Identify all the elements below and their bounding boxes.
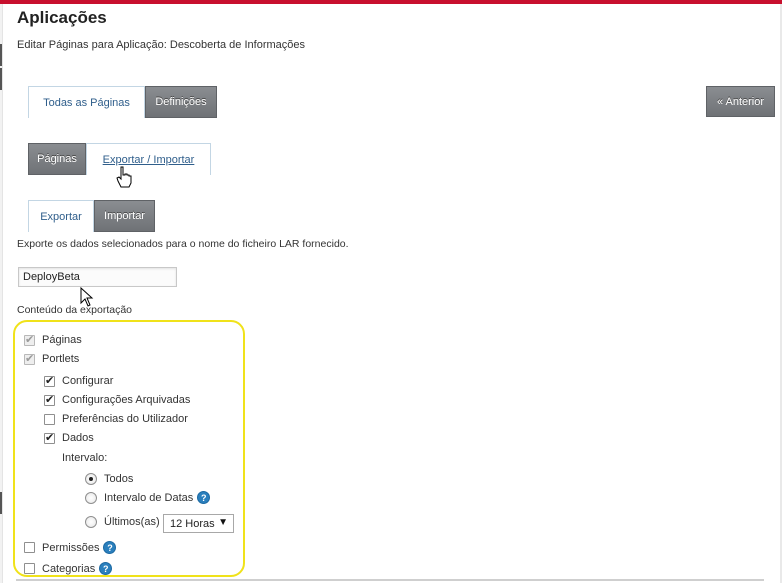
- tab-definicoes[interactable]: Definições: [145, 86, 217, 118]
- option-categorias[interactable]: Categorias ?: [24, 562, 113, 575]
- preferencias-checkbox[interactable]: [44, 413, 55, 425]
- option-range-datas[interactable]: Intervalo de Datas ?: [85, 491, 211, 504]
- tab-label: Páginas: [37, 153, 77, 165]
- ultimos-select[interactable]: 12 Horas ▼: [163, 514, 234, 533]
- tab-label: Exportar / Importar: [102, 153, 195, 166]
- previous-button[interactable]: « Anterior: [706, 86, 775, 117]
- option-label: Permissões: [42, 541, 100, 554]
- tab-label: Definições: [155, 96, 207, 108]
- select-value: 12 Horas: [170, 517, 215, 530]
- lar-filename-input[interactable]: [18, 267, 177, 287]
- categorias-checkbox[interactable]: [24, 563, 35, 574]
- tab-exportar-importar[interactable]: Exportar / Importar: [86, 143, 211, 175]
- paginas-checkbox[interactable]: [24, 333, 35, 346]
- help-icon[interactable]: ?: [197, 491, 211, 504]
- permissoes-checkbox[interactable]: [24, 542, 35, 553]
- option-label: Configurações Arquivadas: [62, 394, 191, 406]
- rail-mark: [0, 44, 2, 66]
- page-title: Aplicações: [17, 8, 107, 27]
- tab-todas-as-paginas[interactable]: Todas as Páginas: [28, 86, 145, 118]
- tab-label: Importar: [104, 210, 145, 222]
- option-permissoes[interactable]: Permissões ?: [24, 541, 117, 554]
- page-subtitle: Editar Páginas para Aplicação: Descobert…: [17, 39, 305, 51]
- option-label: Portlets: [42, 353, 80, 365]
- ultimos-radio[interactable]: [85, 516, 97, 528]
- hand-cursor-icon: [116, 166, 132, 188]
- option-dados[interactable]: Dados: [44, 431, 94, 444]
- option-label: Todos: [104, 473, 134, 485]
- tab-paginas[interactable]: Páginas: [28, 143, 86, 175]
- option-label: Configurar: [62, 375, 114, 387]
- rail-mark: [0, 68, 2, 90]
- todos-radio[interactable]: [85, 473, 97, 485]
- option-label: Últimos(as): [104, 516, 160, 528]
- option-configurar[interactable]: Configurar: [44, 374, 114, 387]
- option-range-todos[interactable]: Todos: [85, 473, 133, 485]
- portlets-checkbox[interactable]: [24, 352, 35, 365]
- top-accent-bar: [0, 0, 782, 4]
- option-label: Dados: [62, 432, 94, 444]
- option-paginas[interactable]: Páginas: [24, 333, 82, 346]
- bottom-divider: [16, 579, 764, 581]
- option-label: Intervalo de Datas: [104, 491, 194, 504]
- export-description: Exporte os dados selecionados para o nom…: [17, 238, 349, 250]
- left-rail: [0, 4, 3, 583]
- help-icon[interactable]: ?: [99, 562, 113, 575]
- option-configuracoes-arquivadas[interactable]: Configurações Arquivadas: [44, 393, 191, 406]
- option-label: Categorias: [42, 562, 96, 575]
- option-label: Páginas: [42, 334, 82, 346]
- tab-label: Todas as Páginas: [43, 96, 130, 109]
- option-preferencias-utilizador[interactable]: Preferências do Utilizador: [44, 413, 188, 425]
- help-icon[interactable]: ?: [103, 541, 117, 554]
- triangle-down-icon: ▼: [218, 517, 228, 528]
- configurar-checkbox[interactable]: [44, 374, 55, 387]
- tab-importar[interactable]: Importar: [94, 200, 155, 232]
- intervalo-label: Intervalo:: [62, 452, 108, 464]
- dados-checkbox[interactable]: [44, 431, 55, 444]
- rail-mark: [0, 492, 2, 514]
- option-label: Preferências do Utilizador: [62, 413, 188, 425]
- intervalo-datas-radio[interactable]: [85, 491, 97, 504]
- export-content-label: Conteúdo da exportação: [17, 304, 133, 316]
- configuracoes-arquivadas-checkbox[interactable]: [44, 393, 55, 406]
- option-range-ultimos[interactable]: Últimos(as): [85, 516, 160, 528]
- tab-exportar[interactable]: Exportar: [28, 200, 94, 232]
- option-portlets[interactable]: Portlets: [24, 352, 80, 365]
- tab-label: Exportar: [40, 210, 82, 223]
